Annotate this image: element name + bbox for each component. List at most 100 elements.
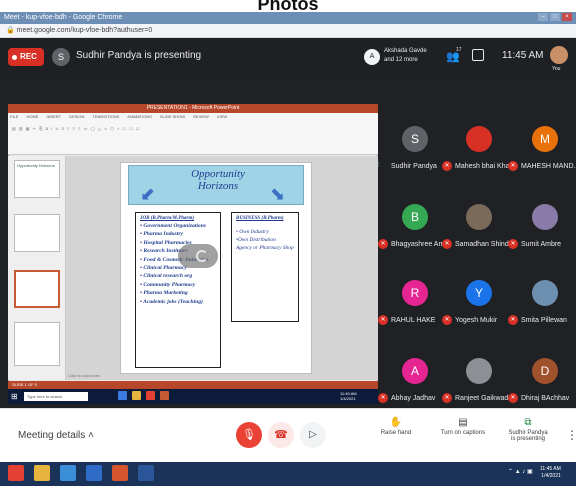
mic-muted-icon: ✕ <box>508 315 518 325</box>
self-avatar[interactable] <box>550 46 568 64</box>
business-heading: BUSINESS (B.Pharm) <box>236 216 284 221</box>
job-item: • Academic jobs (Teaching) <box>140 298 203 305</box>
mic-off-icon: 🎙 <box>242 429 256 441</box>
business-item: • Own Industry <box>236 229 269 235</box>
camera-button[interactable]: ▷ <box>300 422 326 448</box>
job-item: • Clinical research org <box>140 273 193 280</box>
chat-icon[interactable] <box>472 49 484 61</box>
participant-avatar: A <box>364 49 380 65</box>
edge-icon[interactable] <box>86 465 102 481</box>
word-icon[interactable] <box>138 465 154 481</box>
participant-avatar: M <box>532 126 558 152</box>
address-bar[interactable]: 🔒 meet.google.com/kup-vfoe-bdh?authuser=… <box>0 24 576 38</box>
camera-icon: ▷ <box>309 429 317 440</box>
ppt-ribbon-tools: ▤ ▥ ▦ ✂ ⎘ B I U S ≡ ≡ ≡ ▭ ◯ △ ▱ ⬠ ⌂ ☐ ☐ … <box>12 126 141 131</box>
mic-muted-icon: ✕ <box>442 161 452 171</box>
presenting-status: Sudhir Pandya is presenting <box>76 50 202 61</box>
meeting-details-button[interactable]: Meeting details ˄ <box>18 430 94 441</box>
participant-photo <box>466 358 492 384</box>
folder-icon <box>132 391 141 400</box>
ribbon-tab: FILE <box>10 114 19 119</box>
captions-button[interactable]: ▤ Turn on captions <box>432 416 494 436</box>
notes-placeholder[interactable]: Click to add notes <box>68 373 100 378</box>
present-screen-icon: ⧉ <box>524 417 532 428</box>
participant-avatar: B <box>402 204 428 230</box>
captions-icon: ▤ <box>458 417 468 428</box>
chrome-active-icon[interactable] <box>112 465 128 481</box>
participants-summary[interactable]: Akshada Gavde and 12 more <box>384 47 434 65</box>
store-icon[interactable] <box>60 465 76 481</box>
mic-off-button[interactable]: 🎙 <box>236 422 262 448</box>
ppt-ribbon <box>8 113 378 155</box>
shared-search-box: Type here to search <box>24 392 88 401</box>
ppt-ribbon-tabs: FILE HOME INSERT DESIGN TRANSITIONS ANIM… <box>10 114 227 119</box>
photo-caption: Photos <box>257 0 319 12</box>
slide-thumbnail[interactable]: Opportunity Horizons <box>14 160 60 198</box>
job-item: • Pharma Industry <box>140 231 183 238</box>
slide-title-line: Horizons <box>197 180 239 192</box>
clock-time: 11:45 AM <box>502 50 544 61</box>
thumbnail-title: Opportunity Horizons <box>17 163 55 168</box>
app-icon <box>118 391 127 400</box>
participant-avatar: D <box>532 358 558 384</box>
meeting-details-label: Meeting details <box>18 430 86 441</box>
more-participants: and 12 more <box>384 57 418 63</box>
taskbar-clock: 11:45 AM 1/4/2021 <box>540 466 561 480</box>
ribbon-tab: HOME <box>26 114 39 119</box>
participant-name: Smita Pillewan <box>521 317 567 324</box>
participant-avatar: Y <box>466 280 492 306</box>
business-box: BUSINESS (B.Pharm) • Own Industry •Own D… <box>231 212 299 322</box>
system-tray-icons[interactable]: ⌃ ▲ ♪ ▣ <box>508 468 533 475</box>
chrome-taskbar-icon[interactable] <box>8 465 24 481</box>
mic-muted-icon: ✕ <box>378 239 388 249</box>
business-list: • Own Industry •Own Distribution Agency … <box>232 228 298 252</box>
hand-icon: ✋ <box>389 417 403 428</box>
taskbar-icons <box>8 465 154 481</box>
slide-thumbnail[interactable] <box>14 214 60 252</box>
more-options-icon[interactable]: ⋮ <box>566 428 576 442</box>
participant-name: Sumit Ambre <box>521 241 562 248</box>
speaking-icon: ⦙ <box>378 162 380 169</box>
chrome-icon <box>146 391 155 400</box>
participant-name: Akshada Gavde <box>384 48 427 54</box>
ribbon-tab: DESIGN <box>69 114 85 119</box>
slide-thumbnail[interactable] <box>14 322 60 366</box>
lock-icon: 🔒 <box>6 27 17 34</box>
presenting-label-2: is presenting <box>510 436 546 442</box>
minimize-button[interactable]: – <box>538 13 548 21</box>
maximize-button[interactable]: □ <box>550 13 560 21</box>
browser-title-bar: Meet - kup-vfoe-bdh - Google Chrome <box>0 12 576 24</box>
business-item: •Own Distribution <box>236 237 276 243</box>
participant-photo <box>532 280 558 306</box>
participant-avatar: R <box>402 280 428 306</box>
shared-clock: 11:45 AM 1/4/2021 <box>340 391 357 401</box>
slide-title-line: Opportunity <box>191 168 245 180</box>
slide-thumbnail-selected[interactable] <box>14 270 60 308</box>
ribbon-tab: ANIMATIONS <box>127 114 152 119</box>
mic-muted-icon: ✕ <box>508 239 518 249</box>
ppt-status-bar: SLIDE 1 OF 5 <box>8 381 378 389</box>
ribbon-tab: TRANSITIONS <box>92 114 120 119</box>
window-controls: – □ × <box>538 13 572 21</box>
hang-up-button[interactable]: ☎ <box>268 422 294 448</box>
ribbon-tab: REVIEW <box>193 114 209 119</box>
ribbon-tab: VIEW <box>216 114 228 119</box>
url-text: meet.google.com/kup-vfoe-bdh?authuser=0 <box>16 27 153 34</box>
mic-muted-icon: ✕ <box>378 315 388 325</box>
loading-spinner-icon <box>196 250 208 262</box>
chevron-up-icon: ˄ <box>88 430 94 441</box>
raise-hand-button[interactable]: ✋ Raise hand <box>376 416 416 436</box>
record-dot-icon <box>12 55 17 60</box>
participant-name: MAHESH MANDALIA <box>521 163 576 170</box>
participant-avatar: S <box>402 126 428 152</box>
participant-photo <box>466 204 492 230</box>
close-window-button[interactable]: × <box>562 13 572 21</box>
mic-muted-icon: ✕ <box>508 161 518 171</box>
presenting-button[interactable]: ⧉ Sudhir Pandya is presenting <box>500 416 556 442</box>
captions-label: Turn on captions <box>440 430 486 436</box>
file-explorer-icon[interactable] <box>34 465 50 481</box>
shared-date: 1/4/2021 <box>340 396 356 401</box>
mic-muted-icon: ✕ <box>508 393 518 403</box>
presenter-avatar: S <box>52 48 70 66</box>
powerpoint-icon <box>160 391 169 400</box>
